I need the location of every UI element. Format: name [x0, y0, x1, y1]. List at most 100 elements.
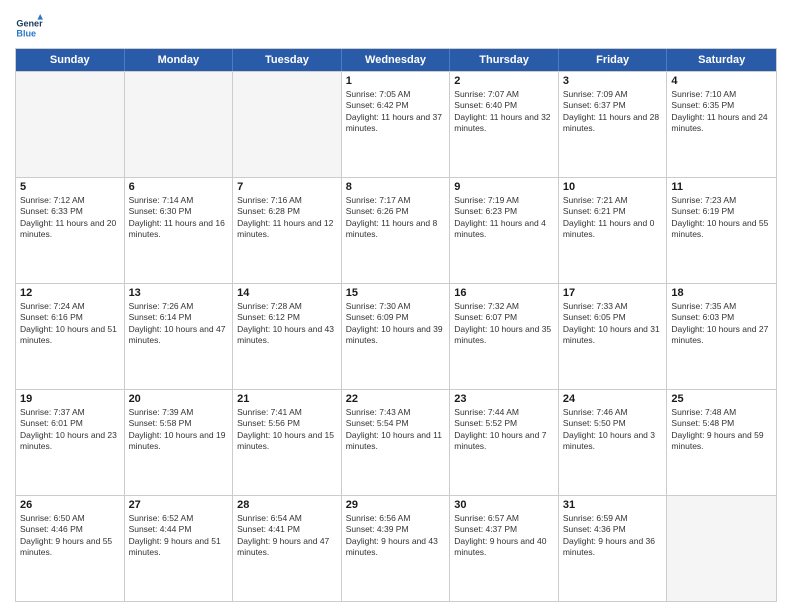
cell-info: Sunrise: 7:16 AMSunset: 6:28 PMDaylight:…	[237, 195, 337, 241]
cell-info: Sunrise: 7:26 AMSunset: 6:14 PMDaylight:…	[129, 301, 229, 347]
cell-date: 21	[237, 393, 337, 405]
cell-date: 20	[129, 393, 229, 405]
cell-info: Sunrise: 7:41 AMSunset: 5:56 PMDaylight:…	[237, 407, 337, 453]
day-cell-17: 17 Sunrise: 7:33 AMSunset: 6:05 PMDayligh…	[559, 284, 668, 389]
day-cell-24: 24Sunrise: 7:46 AMSunset: 5:50 PMDayligh…	[559, 390, 668, 495]
cell-info: Sunrise: 7:32 AMSunset: 6:07 PMDaylight:…	[454, 301, 554, 347]
day-cell-15: 15 Sunrise: 7:30 AMSunset: 6:09 PMDayligh…	[342, 284, 451, 389]
cell-info: Sunrise: 7:39 AMSunset: 5:58 PMDaylight:…	[129, 407, 229, 453]
day-cell-14: 14 Sunrise: 7:28 AMSunset: 6:12 PMDayligh…	[233, 284, 342, 389]
cell-info: Sunrise: 6:56 AMSunset: 4:39 PMDaylight:…	[346, 513, 446, 559]
week-row-4: 26 Sunrise: 6:50 AMSunset: 4:46 PMDayligh…	[16, 495, 776, 601]
cell-date: 14	[237, 287, 337, 299]
day-header-monday: Monday	[125, 49, 234, 71]
day-cell-3: 3 Sunrise: 7:09 AMSunset: 6:37 PMDaylight…	[559, 72, 668, 177]
cell-date: 3	[563, 75, 663, 87]
cell-date: 26	[20, 499, 120, 511]
cell-info: Sunrise: 7:21 AMSunset: 6:21 PMDaylight:…	[563, 195, 663, 241]
cell-info: Sunrise: 7:19 AMSunset: 6:23 PMDaylight:…	[454, 195, 554, 241]
empty-cell	[16, 72, 125, 177]
cell-date: 12	[20, 287, 120, 299]
day-header-sunday: Sunday	[16, 49, 125, 71]
cell-info: Sunrise: 6:50 AMSunset: 4:46 PMDaylight:…	[20, 513, 120, 559]
day-cell-13: 13 Sunrise: 7:26 AMSunset: 6:14 PMDayligh…	[125, 284, 234, 389]
day-header-friday: Friday	[559, 49, 668, 71]
cell-info: Sunrise: 7:43 AMSunset: 5:54 PMDaylight:…	[346, 407, 446, 453]
cell-date: 10	[563, 181, 663, 193]
day-headers-row: SundayMondayTuesdayWednesdayThursdayFrid…	[16, 49, 776, 71]
cell-info: Sunrise: 7:05 AMSunset: 6:42 PMDaylight:…	[346, 89, 446, 135]
cell-date: 6	[129, 181, 229, 193]
cell-info: Sunrise: 7:23 AMSunset: 6:19 PMDaylight:…	[671, 195, 772, 241]
svg-text:General: General	[16, 19, 43, 29]
cell-date: 25	[671, 393, 772, 405]
day-cell-9: 9 Sunrise: 7:19 AMSunset: 6:23 PMDaylight…	[450, 178, 559, 283]
day-cell-25: 25Sunrise: 7:48 AMSunset: 5:48 PMDayligh…	[667, 390, 776, 495]
cell-date: 19	[20, 393, 120, 405]
day-cell-23: 23Sunrise: 7:44 AMSunset: 5:52 PMDayligh…	[450, 390, 559, 495]
cell-date: 17	[563, 287, 663, 299]
day-cell-26: 26 Sunrise: 6:50 AMSunset: 4:46 PMDayligh…	[16, 496, 125, 601]
day-cell-4: 4 Sunrise: 7:10 AMSunset: 6:35 PMDaylight…	[667, 72, 776, 177]
day-header-tuesday: Tuesday	[233, 49, 342, 71]
cell-info: Sunrise: 7:30 AMSunset: 6:09 PMDaylight:…	[346, 301, 446, 347]
cell-date: 11	[671, 181, 772, 193]
day-cell-19: 19 Sunrise: 7:37 AMSunset: 6:01 PMDayligh…	[16, 390, 125, 495]
day-cell-29: 29Sunrise: 6:56 AMSunset: 4:39 PMDayligh…	[342, 496, 451, 601]
cell-info: Sunrise: 7:44 AMSunset: 5:52 PMDaylight:…	[454, 407, 554, 453]
cell-info: Sunrise: 7:12 AMSunset: 6:33 PMDaylight:…	[20, 195, 120, 241]
cell-info: Sunrise: 7:10 AMSunset: 6:35 PMDaylight:…	[671, 89, 772, 135]
cell-date: 15	[346, 287, 446, 299]
day-cell-2: 2 Sunrise: 7:07 AMSunset: 6:40 PMDaylight…	[450, 72, 559, 177]
logo-icon: General Blue	[15, 14, 43, 42]
cell-date: 31	[563, 499, 663, 511]
cell-info: Sunrise: 7:46 AMSunset: 5:50 PMDaylight:…	[563, 407, 663, 453]
day-cell-1: 1Sunrise: 7:05 AMSunset: 6:42 PMDaylight…	[342, 72, 451, 177]
cell-info: Sunrise: 6:59 AMSunset: 4:36 PMDaylight:…	[563, 513, 663, 559]
day-header-wednesday: Wednesday	[342, 49, 451, 71]
cell-date: 16	[454, 287, 554, 299]
cell-date: 27	[129, 499, 229, 511]
empty-cell	[125, 72, 234, 177]
day-cell-6: 6 Sunrise: 7:14 AMSunset: 6:30 PMDaylight…	[125, 178, 234, 283]
cell-info: Sunrise: 7:35 AMSunset: 6:03 PMDaylight:…	[671, 301, 772, 347]
empty-cell	[233, 72, 342, 177]
cell-info: Sunrise: 7:33 AMSunset: 6:05 PMDaylight:…	[563, 301, 663, 347]
logo: General Blue	[15, 14, 47, 42]
day-cell-30: 30Sunrise: 6:57 AMSunset: 4:37 PMDayligh…	[450, 496, 559, 601]
cell-info: Sunrise: 7:14 AMSunset: 6:30 PMDaylight:…	[129, 195, 229, 241]
day-cell-21: 21 Sunrise: 7:41 AMSunset: 5:56 PMDayligh…	[233, 390, 342, 495]
cell-date: 5	[20, 181, 120, 193]
cell-date: 9	[454, 181, 554, 193]
day-cell-28: 28 Sunrise: 6:54 AMSunset: 4:41 PMDayligh…	[233, 496, 342, 601]
cell-date: 13	[129, 287, 229, 299]
week-row-0: 1Sunrise: 7:05 AMSunset: 6:42 PMDaylight…	[16, 71, 776, 177]
cell-date: 28	[237, 499, 337, 511]
day-cell-5: 5 Sunrise: 7:12 AMSunset: 6:33 PMDaylight…	[16, 178, 125, 283]
cell-info: Sunrise: 7:28 AMSunset: 6:12 PMDaylight:…	[237, 301, 337, 347]
day-cell-11: 11 Sunrise: 7:23 AMSunset: 6:19 PMDayligh…	[667, 178, 776, 283]
week-row-3: 19 Sunrise: 7:37 AMSunset: 6:01 PMDayligh…	[16, 389, 776, 495]
cell-info: Sunrise: 7:37 AMSunset: 6:01 PMDaylight:…	[20, 407, 120, 453]
day-cell-18: 18 Sunrise: 7:35 AMSunset: 6:03 PMDayligh…	[667, 284, 776, 389]
cell-info: Sunrise: 6:52 AMSunset: 4:44 PMDaylight:…	[129, 513, 229, 559]
cell-info: Sunrise: 7:24 AMSunset: 6:16 PMDaylight:…	[20, 301, 120, 347]
cell-info: Sunrise: 6:54 AMSunset: 4:41 PMDaylight:…	[237, 513, 337, 559]
week-row-1: 5 Sunrise: 7:12 AMSunset: 6:33 PMDaylight…	[16, 177, 776, 283]
cell-date: 8	[346, 181, 446, 193]
cell-info: Sunrise: 7:07 AMSunset: 6:40 PMDaylight:…	[454, 89, 554, 135]
day-cell-31: 31 Sunrise: 6:59 AMSunset: 4:36 PMDayligh…	[559, 496, 668, 601]
cell-date: 18	[671, 287, 772, 299]
week-row-2: 12 Sunrise: 7:24 AMSunset: 6:16 PMDayligh…	[16, 283, 776, 389]
cell-date: 4	[671, 75, 772, 87]
day-cell-8: 8Sunrise: 7:17 AMSunset: 6:26 PMDaylight…	[342, 178, 451, 283]
cell-date: 7	[237, 181, 337, 193]
day-cell-7: 7 Sunrise: 7:16 AMSunset: 6:28 PMDaylight…	[233, 178, 342, 283]
day-header-thursday: Thursday	[450, 49, 559, 71]
day-header-saturday: Saturday	[667, 49, 776, 71]
cell-date: 2	[454, 75, 554, 87]
day-cell-12: 12 Sunrise: 7:24 AMSunset: 6:16 PMDayligh…	[16, 284, 125, 389]
cell-info: Sunrise: 7:09 AMSunset: 6:37 PMDaylight:…	[563, 89, 663, 135]
day-cell-16: 16 Sunrise: 7:32 AMSunset: 6:07 PMDayligh…	[450, 284, 559, 389]
weeks-container: 1Sunrise: 7:05 AMSunset: 6:42 PMDaylight…	[16, 71, 776, 601]
